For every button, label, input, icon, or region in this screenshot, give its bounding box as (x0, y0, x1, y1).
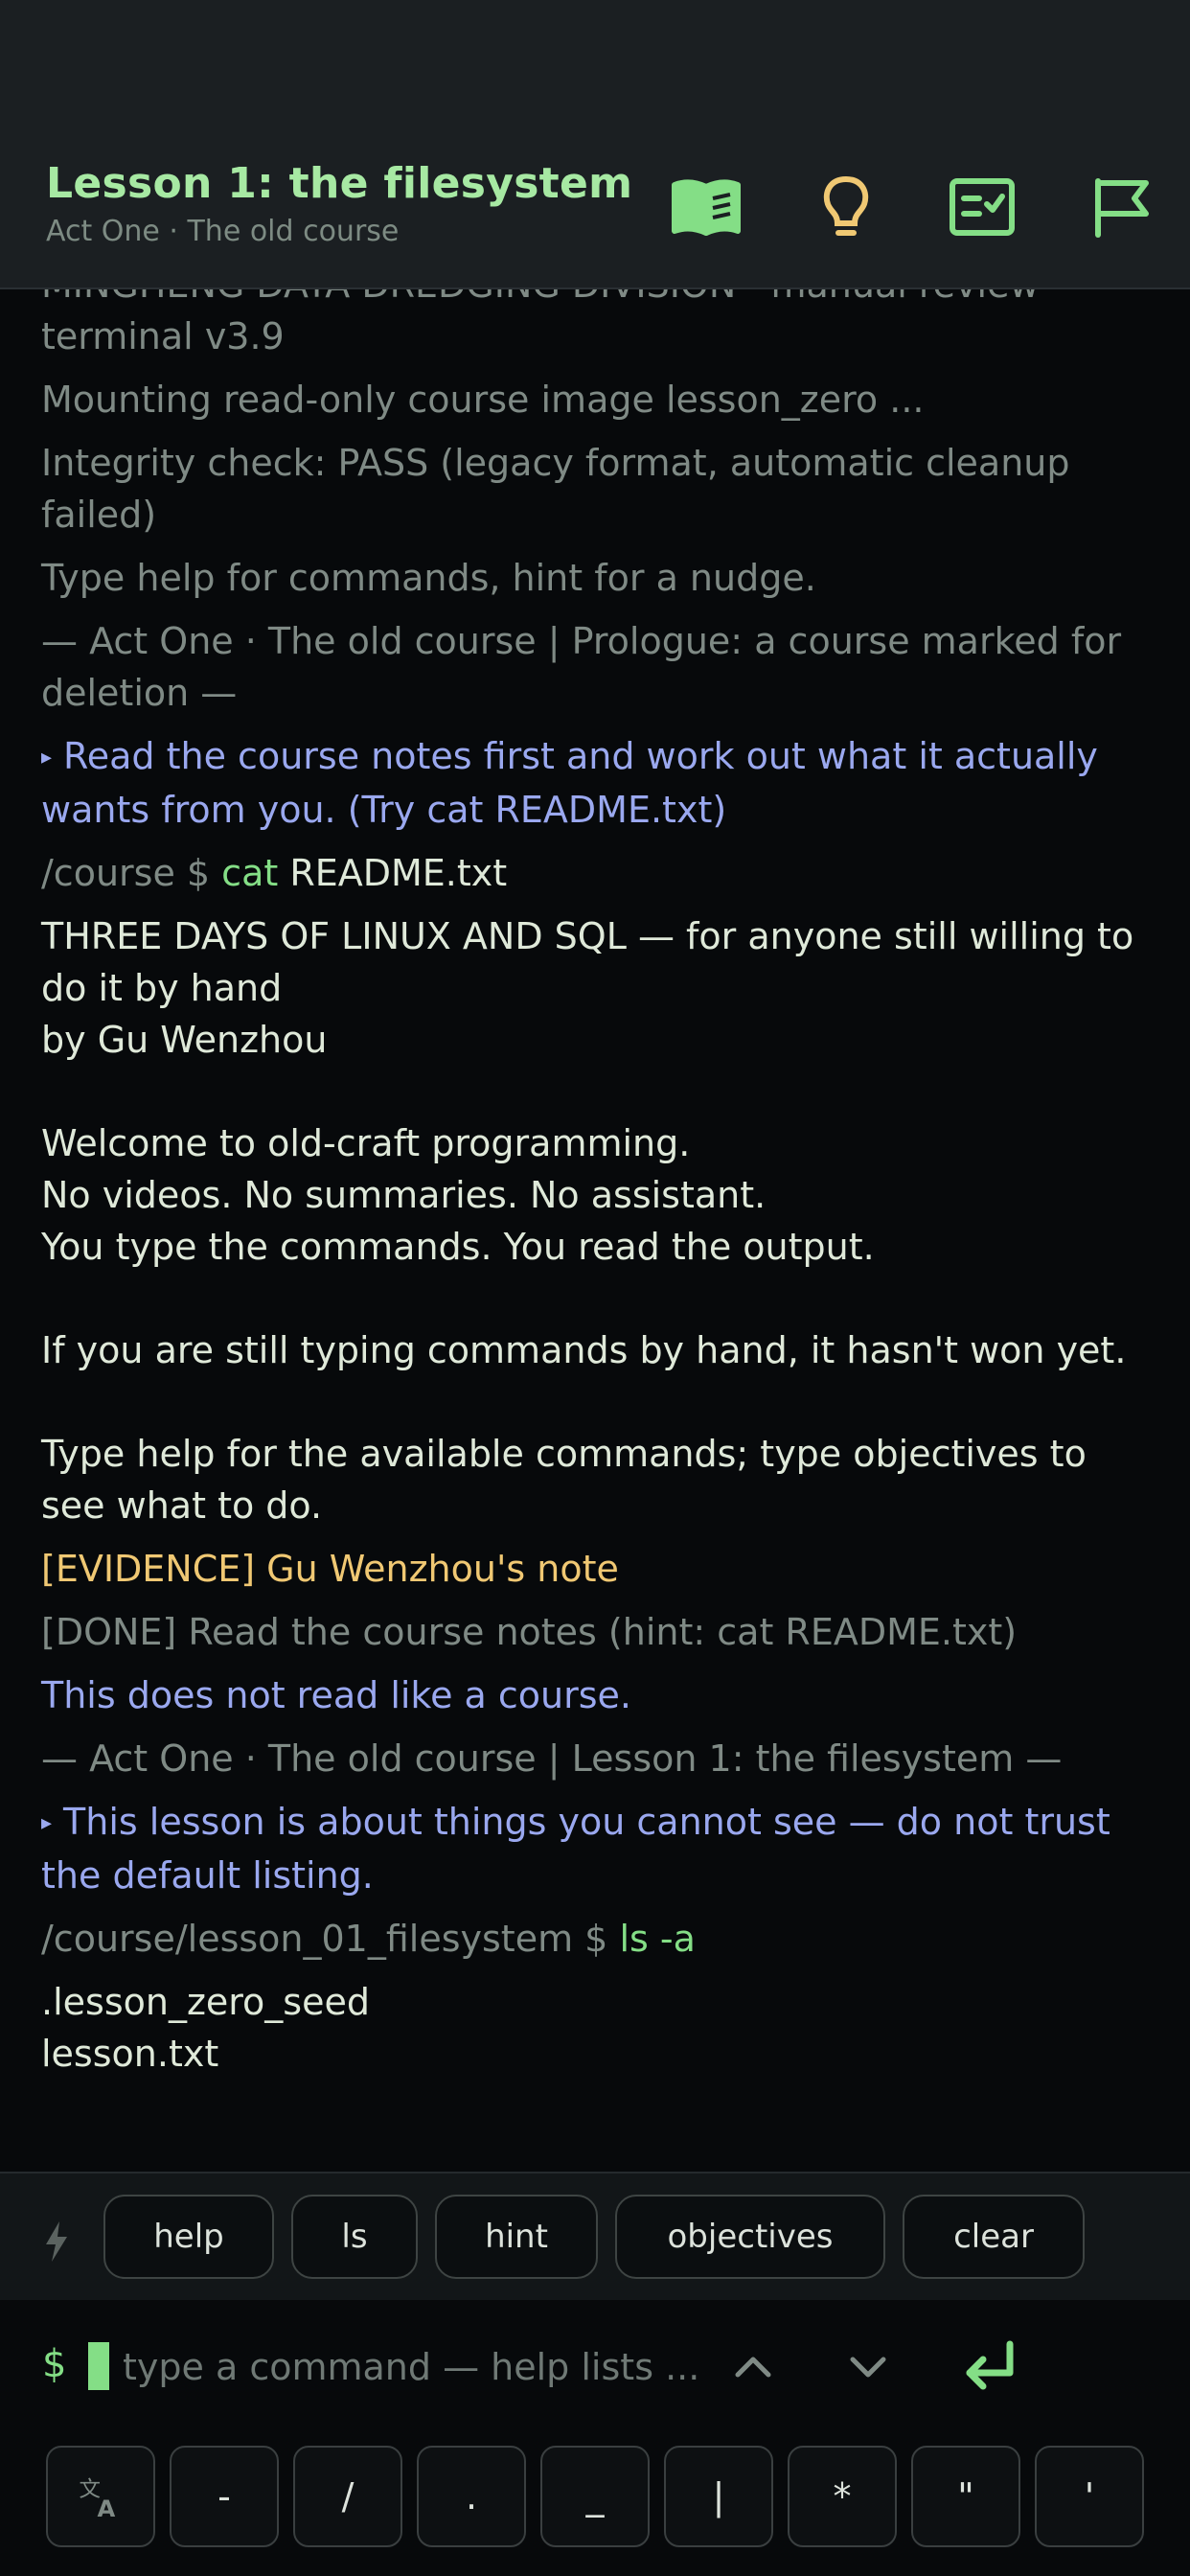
shell-prompt: /course/lesson_01_filesystem $ (41, 1918, 620, 1960)
system-message: — Act One · The old course | Lesson 1: t… (41, 1733, 1153, 1784)
terminal-command-line: /course/lesson_01_filesystem $ ls -a (41, 1913, 1153, 1965)
line-text: [DONE] Read the course notes (hint: cat … (41, 1611, 1018, 1653)
system-message: Mounting read-only course image lesson_z… (41, 374, 1153, 426)
history-up-icon[interactable] (724, 2338, 782, 2396)
line-text: THREE DAYS OF LINUX AND SQL — for anyone… (41, 915, 1134, 1527)
triangle-marker-icon: ▸ (41, 1811, 53, 1835)
svg-text:A: A (98, 2495, 116, 2521)
quick-ls-button[interactable]: ls (291, 2195, 418, 2279)
system-message: Integrity check: PASS (legacy format, au… (41, 437, 1153, 540)
system-message: MINGHENG DATA DREDGING DIVISION · manual… (41, 288, 1153, 362)
terminal-command-line: /course $ cat README.txt (41, 847, 1153, 899)
quick-objectives-button[interactable]: objectives (615, 2195, 885, 2279)
evidence-message: [EVIDENCE] Gu Wenzhou's note (41, 1543, 1153, 1595)
translate-icon: 文 A (79, 2477, 116, 2521)
lesson-title: Lesson 1: the filesystem (46, 159, 633, 208)
quick-help-button[interactable]: help (103, 2195, 274, 2279)
key-slash[interactable]: / (293, 2446, 402, 2547)
book-icon[interactable] (671, 175, 742, 239)
terminal-output: MINGHENG DATA DREDGING DIVISION · manual… (0, 288, 1190, 2172)
history-down-icon[interactable] (839, 2338, 897, 2396)
flag-icon[interactable] (1087, 175, 1157, 239)
objective-done-message: [DONE] Read the course notes (hint: cat … (41, 1606, 1153, 1658)
translate-key[interactable]: 文 A (46, 2446, 155, 2547)
command-output: THREE DAYS OF LINUX AND SQL — for anyone… (41, 910, 1153, 1531)
typed-command: ls -a (619, 1918, 696, 1960)
enter-icon[interactable] (958, 2334, 1021, 2398)
lightbulb-icon[interactable] (811, 175, 881, 239)
symbol-key-row: 文 A - / . _ | * " ' (0, 2434, 1190, 2576)
lesson-header: Lesson 1: the filesystem Act One · The o… (0, 0, 1190, 289)
command-input[interactable] (121, 2338, 699, 2396)
checklist-icon[interactable] (947, 175, 1018, 239)
command-input-row: $ (0, 2300, 1190, 2434)
line-text: — Act One · The old course | Lesson 1: t… (41, 1737, 1063, 1780)
key-dot[interactable]: . (417, 2446, 526, 2547)
command-output: .lesson_zero_seed lesson.txt (41, 1976, 1153, 2080)
system-message: Type help for commands, hint for a nudge… (41, 552, 1153, 604)
terminal-scroll[interactable]: MINGHENG DATA DREDGING DIVISION · manual… (41, 288, 1153, 2091)
system-message: — Act One · The old course | Prologue: a… (41, 615, 1153, 719)
key-dash[interactable]: - (170, 2446, 279, 2547)
text-cursor (88, 2342, 109, 2390)
key-asterisk[interactable]: * (788, 2446, 897, 2547)
narration-line: This does not read like a course. (41, 1669, 1153, 1721)
line-text: [EVIDENCE] Gu Wenzhou's note (41, 1548, 619, 1590)
narration-line: ▸ Read the course notes first and work ou… (41, 730, 1153, 836)
line-text: Type help for commands, hint for a nudge… (41, 557, 816, 599)
command-arguments: README.txt (278, 852, 508, 894)
lesson-subtitle: Act One · The old course (46, 215, 400, 248)
line-text: This does not read like a course. (41, 1674, 632, 1716)
quick-command-bar: help ls hint objectives clear (0, 2172, 1190, 2302)
line-text: This lesson is about things you cannot s… (41, 1801, 1122, 1897)
lightning-icon (46, 2221, 67, 2262)
line-text: .lesson_zero_seed lesson.txt (41, 1981, 370, 2075)
quick-clear-button[interactable]: clear (903, 2195, 1085, 2279)
prompt-symbol: $ (42, 2342, 67, 2386)
line-text: MINGHENG DATA DREDGING DIVISION · manual… (41, 288, 1040, 357)
typed-command: cat (221, 852, 279, 894)
shell-prompt: /course $ (41, 852, 222, 894)
quick-hint-button[interactable]: hint (435, 2195, 598, 2279)
triangle-marker-icon: ▸ (41, 746, 53, 770)
line-text: Integrity check: PASS (legacy format, au… (41, 442, 1082, 536)
key-single-quote[interactable]: ' (1035, 2446, 1144, 2547)
line-text: Read the course notes first and work out… (41, 735, 1110, 831)
line-text: Mounting read-only course image lesson_z… (41, 379, 925, 421)
key-double-quote[interactable]: " (911, 2446, 1020, 2547)
line-text: — Act One · The old course | Prologue: a… (41, 620, 1133, 714)
key-pipe[interactable]: | (664, 2446, 773, 2547)
narration-line: ▸ This lesson is about things you cannot … (41, 1796, 1153, 1901)
key-underscore[interactable]: _ (540, 2446, 650, 2547)
